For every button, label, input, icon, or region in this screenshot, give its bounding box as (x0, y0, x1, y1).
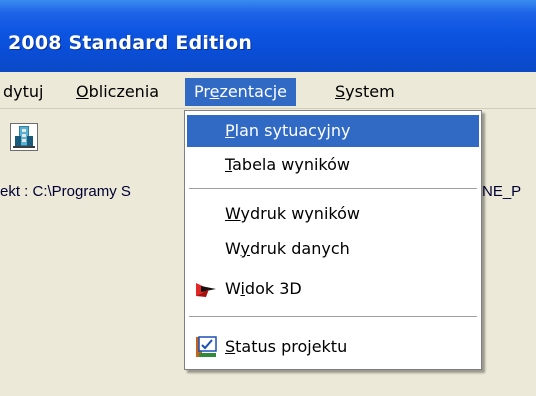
menu-obliczenia-label: Obliczenia (76, 82, 160, 101)
menu-prezentacje[interactable]: Prezentacje (185, 78, 296, 106)
prezentacje-dropdown-menu: Plan sytuacyjny Tabela wyników Wydruk wy… (184, 110, 482, 370)
building-icon (13, 126, 35, 148)
menu-system-label: System (335, 82, 395, 101)
menuitem-plan-sytuacyjny-label: Plan sytuacyjny (225, 121, 351, 140)
menu-bar: dytuj Obliczenia Prezentacje System (0, 72, 536, 109)
menuitem-wydruk-danych[interactable]: Wydruk danych (187, 233, 479, 265)
project-path-suffix: NE_P (482, 183, 522, 200)
menuitem-status-projektu[interactable]: Status projektu (187, 331, 479, 363)
3d-view-icon (195, 278, 217, 300)
menuitem-status-projektu-label: Status projektu (225, 337, 348, 356)
status-icon (195, 336, 217, 358)
menuitem-wydruk-danych-label: Wydruk danych (225, 239, 350, 258)
menuitem-tabela-wynikow[interactable]: Tabela wyników (187, 149, 479, 181)
menuitem-wydruk-wynikow-label: Wydruk wyników (225, 204, 360, 223)
menu-prezentacje-label: Prezentacje (194, 82, 287, 101)
project-path-text: ekt : C:\Programy S (0, 183, 131, 200)
menuitem-tabela-wynikow-label: Tabela wyników (225, 155, 350, 174)
menu-edytuj[interactable]: dytuj (0, 78, 52, 106)
window-title: 2008 Standard Edition (8, 32, 253, 54)
menu-separator (189, 188, 477, 189)
toolbar-building-button[interactable] (10, 123, 38, 151)
menuitem-widok-3d-label: Widok 3D (225, 279, 302, 298)
menuitem-widok-3d[interactable]: Widok 3D (187, 273, 479, 305)
menu-system[interactable]: System (326, 78, 404, 106)
menu-edytuj-label: dytuj (3, 82, 44, 101)
menuitem-wydruk-wynikow[interactable]: Wydruk wyników (187, 198, 479, 230)
menu-obliczenia[interactable]: Obliczenia (67, 78, 168, 106)
title-bar[interactable]: 2008 Standard Edition (0, 0, 536, 72)
menu-separator (189, 316, 477, 317)
menuitem-plan-sytuacyjny[interactable]: Plan sytuacyjny (187, 115, 479, 147)
